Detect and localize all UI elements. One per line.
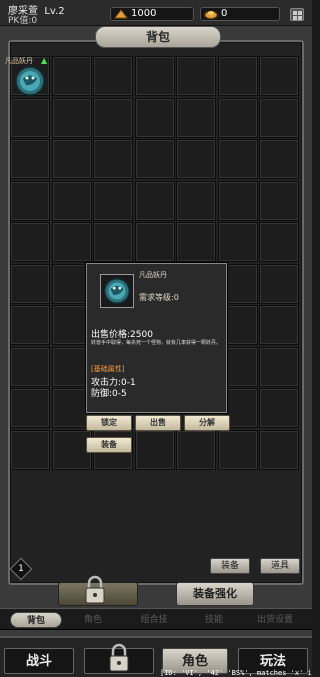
inventory-slot[interactable]: [10, 139, 50, 179]
tab-equipment[interactable]: 装备: [210, 558, 250, 574]
inventory-slot[interactable]: [51, 180, 92, 221]
sell-button[interactable]: 出售: [135, 415, 181, 431]
item-name-label: 凡品妖丹: [5, 57, 33, 65]
tooltip-basic-attr-title: [基础属性]: [91, 365, 125, 373]
sub-nav: 背包 角色 组合技 技能 出货设置: [0, 608, 312, 630]
inventory-slot[interactable]: [217, 56, 258, 96]
inventory-slot[interactable]: [217, 180, 258, 221]
equip-button[interactable]: 装备: [86, 437, 132, 453]
inventory-slot[interactable]: [259, 180, 299, 221]
lock-button[interactable]: 锁定: [86, 415, 132, 431]
inventory-slot[interactable]: [51, 139, 92, 179]
inventory-slot[interactable]: [176, 180, 216, 221]
inventory-slot[interactable]: [259, 263, 299, 304]
subtab-skills[interactable]: 技能: [190, 612, 238, 628]
inventory-slot[interactable]: [134, 429, 175, 470]
gold-coin-icon: [114, 9, 128, 19]
tooltip-item-name: 凡品妖丹: [139, 271, 167, 279]
inventory-slot[interactable]: [259, 305, 299, 345]
inventory-slot[interactable]: [217, 429, 258, 470]
inventory-slot[interactable]: [10, 305, 50, 345]
inventory-slot[interactable]: [93, 222, 133, 262]
top-bar: 廖采萱 Lv.2 PK值:0 1000 0: [0, 0, 312, 26]
inventory-slot[interactable]: [259, 388, 299, 428]
inventory-slot[interactable]: [93, 97, 133, 138]
tooltip-requirement: 需求等级:0: [139, 293, 179, 302]
inventory-slot[interactable]: [217, 139, 258, 179]
subtab-sell-settings[interactable]: 出货设置: [244, 612, 306, 628]
tooltip-defense: 防御:0-5: [91, 389, 127, 399]
inventory-slot[interactable]: [176, 139, 216, 179]
inventory-slot[interactable]: [176, 429, 216, 470]
inventory-slot[interactable]: [51, 222, 92, 262]
inventory-slot[interactable]: [10, 222, 50, 262]
page-number: 1: [18, 564, 24, 574]
inventory-slot[interactable]: [176, 56, 216, 96]
ingot-display: 0: [200, 7, 280, 21]
player-pk-value: PK值:0: [8, 16, 38, 26]
ingot-icon: [204, 11, 218, 19]
decompose-button[interactable]: 分解: [184, 415, 230, 431]
inventory-slot[interactable]: [134, 56, 175, 96]
inventory-slot[interactable]: [176, 222, 216, 262]
subtab-role[interactable]: 角色: [68, 612, 118, 628]
inventory-slot[interactable]: [259, 222, 299, 262]
inventory-slot[interactable]: [51, 97, 92, 138]
upgrade-arrow-icon: ▲: [41, 56, 48, 65]
nav-locked[interactable]: [84, 643, 154, 674]
inventory-slot[interactable]: [217, 222, 258, 262]
inventory-slot[interactable]: [134, 180, 175, 221]
equipment-enhance-button[interactable]: 装备强化: [176, 582, 254, 606]
inventory-slot[interactable]: [10, 180, 50, 221]
gold-display: 1000: [110, 7, 194, 21]
player-level: Lv.2: [44, 6, 65, 17]
inventory-slot[interactable]: [10, 388, 50, 428]
inventory-slot[interactable]: [93, 180, 133, 221]
footer-overlay-text: [ID: 'VI', '42' 'BS%', matches 'x' in: [160, 669, 312, 677]
lock-icon: [109, 643, 129, 672]
inventory-slot[interactable]: [176, 97, 216, 138]
inventory-slot[interactable]: [10, 263, 50, 304]
subtab-combo[interactable]: 组合技: [126, 612, 182, 628]
nav-battle[interactable]: 战斗: [4, 648, 74, 674]
demon-core-icon: [100, 274, 134, 308]
inventory-slot[interactable]: [51, 56, 92, 96]
item-tooltip: 凡品妖丹 需求等级:0 出售价格:2500 妖兽手中取得，每杀死一个怪物，就有几…: [86, 263, 227, 413]
inventory-slot[interactable]: [259, 56, 299, 96]
gold-value: 1000: [131, 8, 157, 19]
inventory-slot[interactable]: [217, 97, 258, 138]
menu-grid-icon: [293, 11, 297, 15]
inventory-slot[interactable]: [259, 97, 299, 138]
inventory-slot[interactable]: [10, 346, 50, 387]
inventory-slot[interactable]: [259, 429, 299, 470]
inventory-slot[interactable]: [10, 97, 50, 138]
panel-title: 背包: [95, 26, 221, 48]
demon-core-item-icon[interactable]: [13, 64, 47, 98]
subtab-bag[interactable]: 背包: [10, 612, 62, 628]
inventory-slot[interactable]: [134, 222, 175, 262]
lock-icon: [85, 575, 105, 604]
menu-grid-button[interactable]: [290, 8, 304, 21]
tab-props[interactable]: 道具: [260, 558, 300, 574]
game-screen: 廖采萱 Lv.2 PK值:0 1000 0 背包 凡品妖丹 ▲ 凡品妖丹 需求等…: [0, 0, 312, 677]
inventory-slot[interactable]: [93, 56, 133, 96]
ingot-value: 0: [221, 8, 228, 19]
inventory-slot[interactable]: [259, 346, 299, 387]
inventory-slot[interactable]: [259, 139, 299, 179]
inventory-slot[interactable]: [134, 97, 175, 138]
inventory-slot[interactable]: [134, 139, 175, 179]
inventory-slot[interactable]: [93, 139, 133, 179]
tooltip-description: 妖兽手中取得，每杀死一个怪物，就有几率获得一颗妖丹。: [91, 340, 222, 346]
inventory-slot[interactable]: [10, 429, 50, 470]
tooltip-sell-price: 出售价格:2500: [91, 330, 153, 340]
